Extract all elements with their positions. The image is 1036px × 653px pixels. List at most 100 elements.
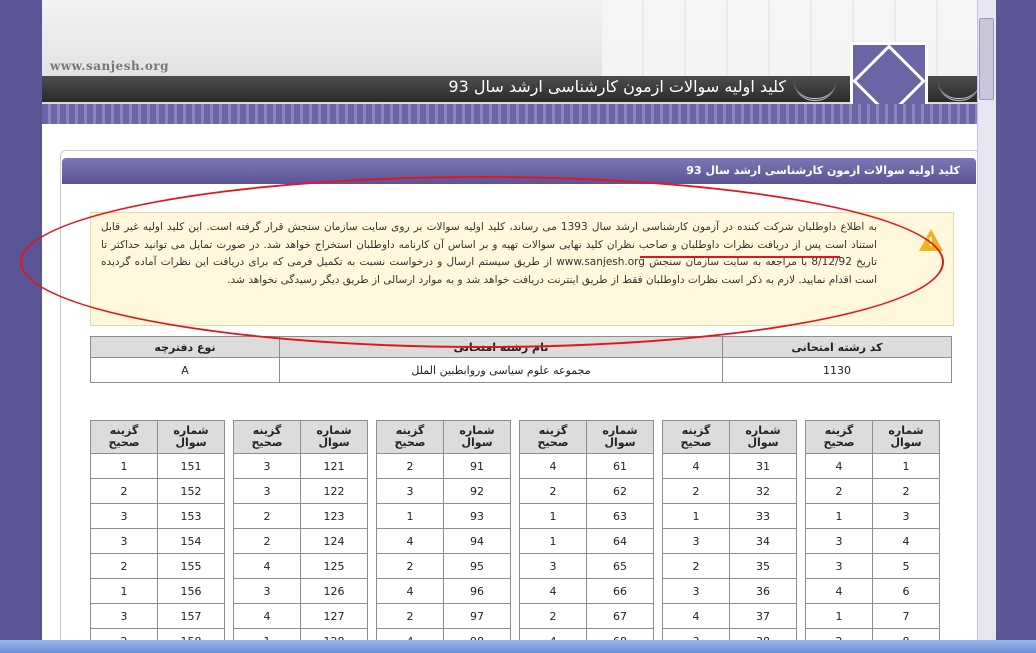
correct-option: 2 <box>90 553 158 579</box>
booklet-type: A <box>90 357 280 383</box>
correct-option: 1 <box>90 578 158 604</box>
question-number: 31 <box>729 453 797 479</box>
table-row: 3 1 33 1 63 1 93 1 123 2 153 3 <box>90 503 940 529</box>
question-number: 156 <box>157 578 225 604</box>
correct-option: 2 <box>90 478 158 504</box>
question-number: 152 <box>157 478 225 504</box>
correct-option: 4 <box>662 603 730 629</box>
question-number: 1 <box>872 453 940 479</box>
correct-option: 3 <box>519 553 587 579</box>
vertical-scrollbar[interactable] <box>977 0 996 640</box>
notice-text: به اطلاع داوطلبان شرکت کننده در آزمون کا… <box>101 221 877 286</box>
header-question-number: شماره سوال <box>729 420 797 454</box>
correct-option: 3 <box>805 528 873 554</box>
field-name: مجموعه علوم سیاسی وروابطبین الملل <box>279 357 723 383</box>
correct-option: 3 <box>233 453 301 479</box>
site-url[interactable]: www.sanjesh.org <box>50 59 169 73</box>
header-correct-option: گزینه صحیح <box>519 420 587 454</box>
question-number: 122 <box>300 478 368 504</box>
question-number: 6 <box>872 578 940 604</box>
answer-key-table: شماره سوال گزینه صحیح شماره سوال گزینه صحیح… <box>90 420 940 653</box>
correct-option: 3 <box>90 603 158 629</box>
panel-title: کلید اولیه سوالات ازمون کارشناسی ارشد سا… <box>686 164 960 177</box>
header-correct-option: گزینه صحیح <box>90 420 158 454</box>
question-number: 153 <box>157 503 225 529</box>
correct-option: 1 <box>519 503 587 529</box>
correct-option: 2 <box>376 603 444 629</box>
question-number: 157 <box>157 603 225 629</box>
table-row: 5 3 35 2 65 3 95 2 125 4 155 2 <box>90 553 940 579</box>
question-number: 61 <box>586 453 654 479</box>
correct-option: 2 <box>376 453 444 479</box>
question-number: 35 <box>729 553 797 579</box>
correct-option: 4 <box>233 603 301 629</box>
correct-option: 4 <box>376 528 444 554</box>
table-row: 2 2 32 2 62 2 92 3 122 3 152 2 <box>90 478 940 504</box>
correct-option: 1 <box>662 503 730 529</box>
question-number: 2 <box>872 478 940 504</box>
question-number: 4 <box>872 528 940 554</box>
header-booklet-type: نوع دفترچه <box>90 336 280 358</box>
question-number: 127 <box>300 603 368 629</box>
header-correct-option: گزینه صحیح <box>376 420 444 454</box>
header-correct-option: گزینه صحیح <box>662 420 730 454</box>
question-number: 94 <box>443 528 511 554</box>
question-number: 32 <box>729 478 797 504</box>
header-field-code: کد رشته امتحانی <box>722 336 952 358</box>
correct-option: 3 <box>90 528 158 554</box>
question-number: 95 <box>443 553 511 579</box>
question-number: 37 <box>729 603 797 629</box>
header-photo <box>602 0 996 76</box>
notice-box: ! به اطلاع داوطلبان شرکت کننده در آزمون … <box>90 212 954 326</box>
header-title: کلید اولیه سوالات ازمون کارشناسی ارشد سا… <box>448 77 786 96</box>
question-number: 97 <box>443 603 511 629</box>
question-number: 92 <box>443 478 511 504</box>
header-field-name: نام رشته امتحانی <box>279 336 723 358</box>
correct-option: 1 <box>519 528 587 554</box>
correct-option: 2 <box>662 553 730 579</box>
question-number: 126 <box>300 578 368 604</box>
header-question-number: شماره سوال <box>872 420 940 454</box>
question-number: 155 <box>157 553 225 579</box>
header-correct-option: گزینه صحیح <box>233 420 301 454</box>
question-number: 33 <box>729 503 797 529</box>
correct-option: 3 <box>233 578 301 604</box>
question-number: 5 <box>872 553 940 579</box>
question-number: 91 <box>443 453 511 479</box>
correct-option: 2 <box>805 478 873 504</box>
header-question-number: شماره سوال <box>300 420 368 454</box>
correct-option: 3 <box>805 553 873 579</box>
scrollbar-thumb[interactable] <box>979 18 994 100</box>
question-number: 66 <box>586 578 654 604</box>
warning-icon: ! <box>919 229 943 251</box>
correct-option: 2 <box>233 528 301 554</box>
header-correct-option: گزینه صحیح <box>805 420 873 454</box>
correct-option: 3 <box>376 478 444 504</box>
question-number: 96 <box>443 578 511 604</box>
correct-option: 3 <box>90 503 158 529</box>
panel-header: کلید اولیه سوالات ازمون کارشناسی ارشد سا… <box>62 158 976 184</box>
correct-option: 2 <box>519 478 587 504</box>
question-number: 67 <box>586 603 654 629</box>
correct-option: 1 <box>805 603 873 629</box>
question-number: 65 <box>586 553 654 579</box>
header-question-number: شماره سوال <box>586 420 654 454</box>
table-row: 4 3 34 3 64 1 94 4 124 2 154 3 <box>90 528 940 554</box>
question-number: 63 <box>586 503 654 529</box>
decorative-band <box>42 104 996 124</box>
correct-option: 4 <box>519 578 587 604</box>
taskbar <box>0 640 1036 653</box>
question-number: 151 <box>157 453 225 479</box>
header-question-number: شماره سوال <box>443 420 511 454</box>
question-number: 62 <box>586 478 654 504</box>
question-number: 123 <box>300 503 368 529</box>
table-row: 1 4 31 4 61 4 91 2 121 3 151 1 <box>90 453 940 479</box>
page-body: www.sanjesh.org کلید اولیه سوالات ازمون … <box>42 0 996 653</box>
correct-option: 4 <box>805 578 873 604</box>
correct-option: 4 <box>376 578 444 604</box>
header-question-number: شماره سوال <box>157 420 225 454</box>
correct-option: 2 <box>519 603 587 629</box>
correct-option: 2 <box>233 503 301 529</box>
correct-option: 2 <box>662 478 730 504</box>
correct-option: 4 <box>233 553 301 579</box>
